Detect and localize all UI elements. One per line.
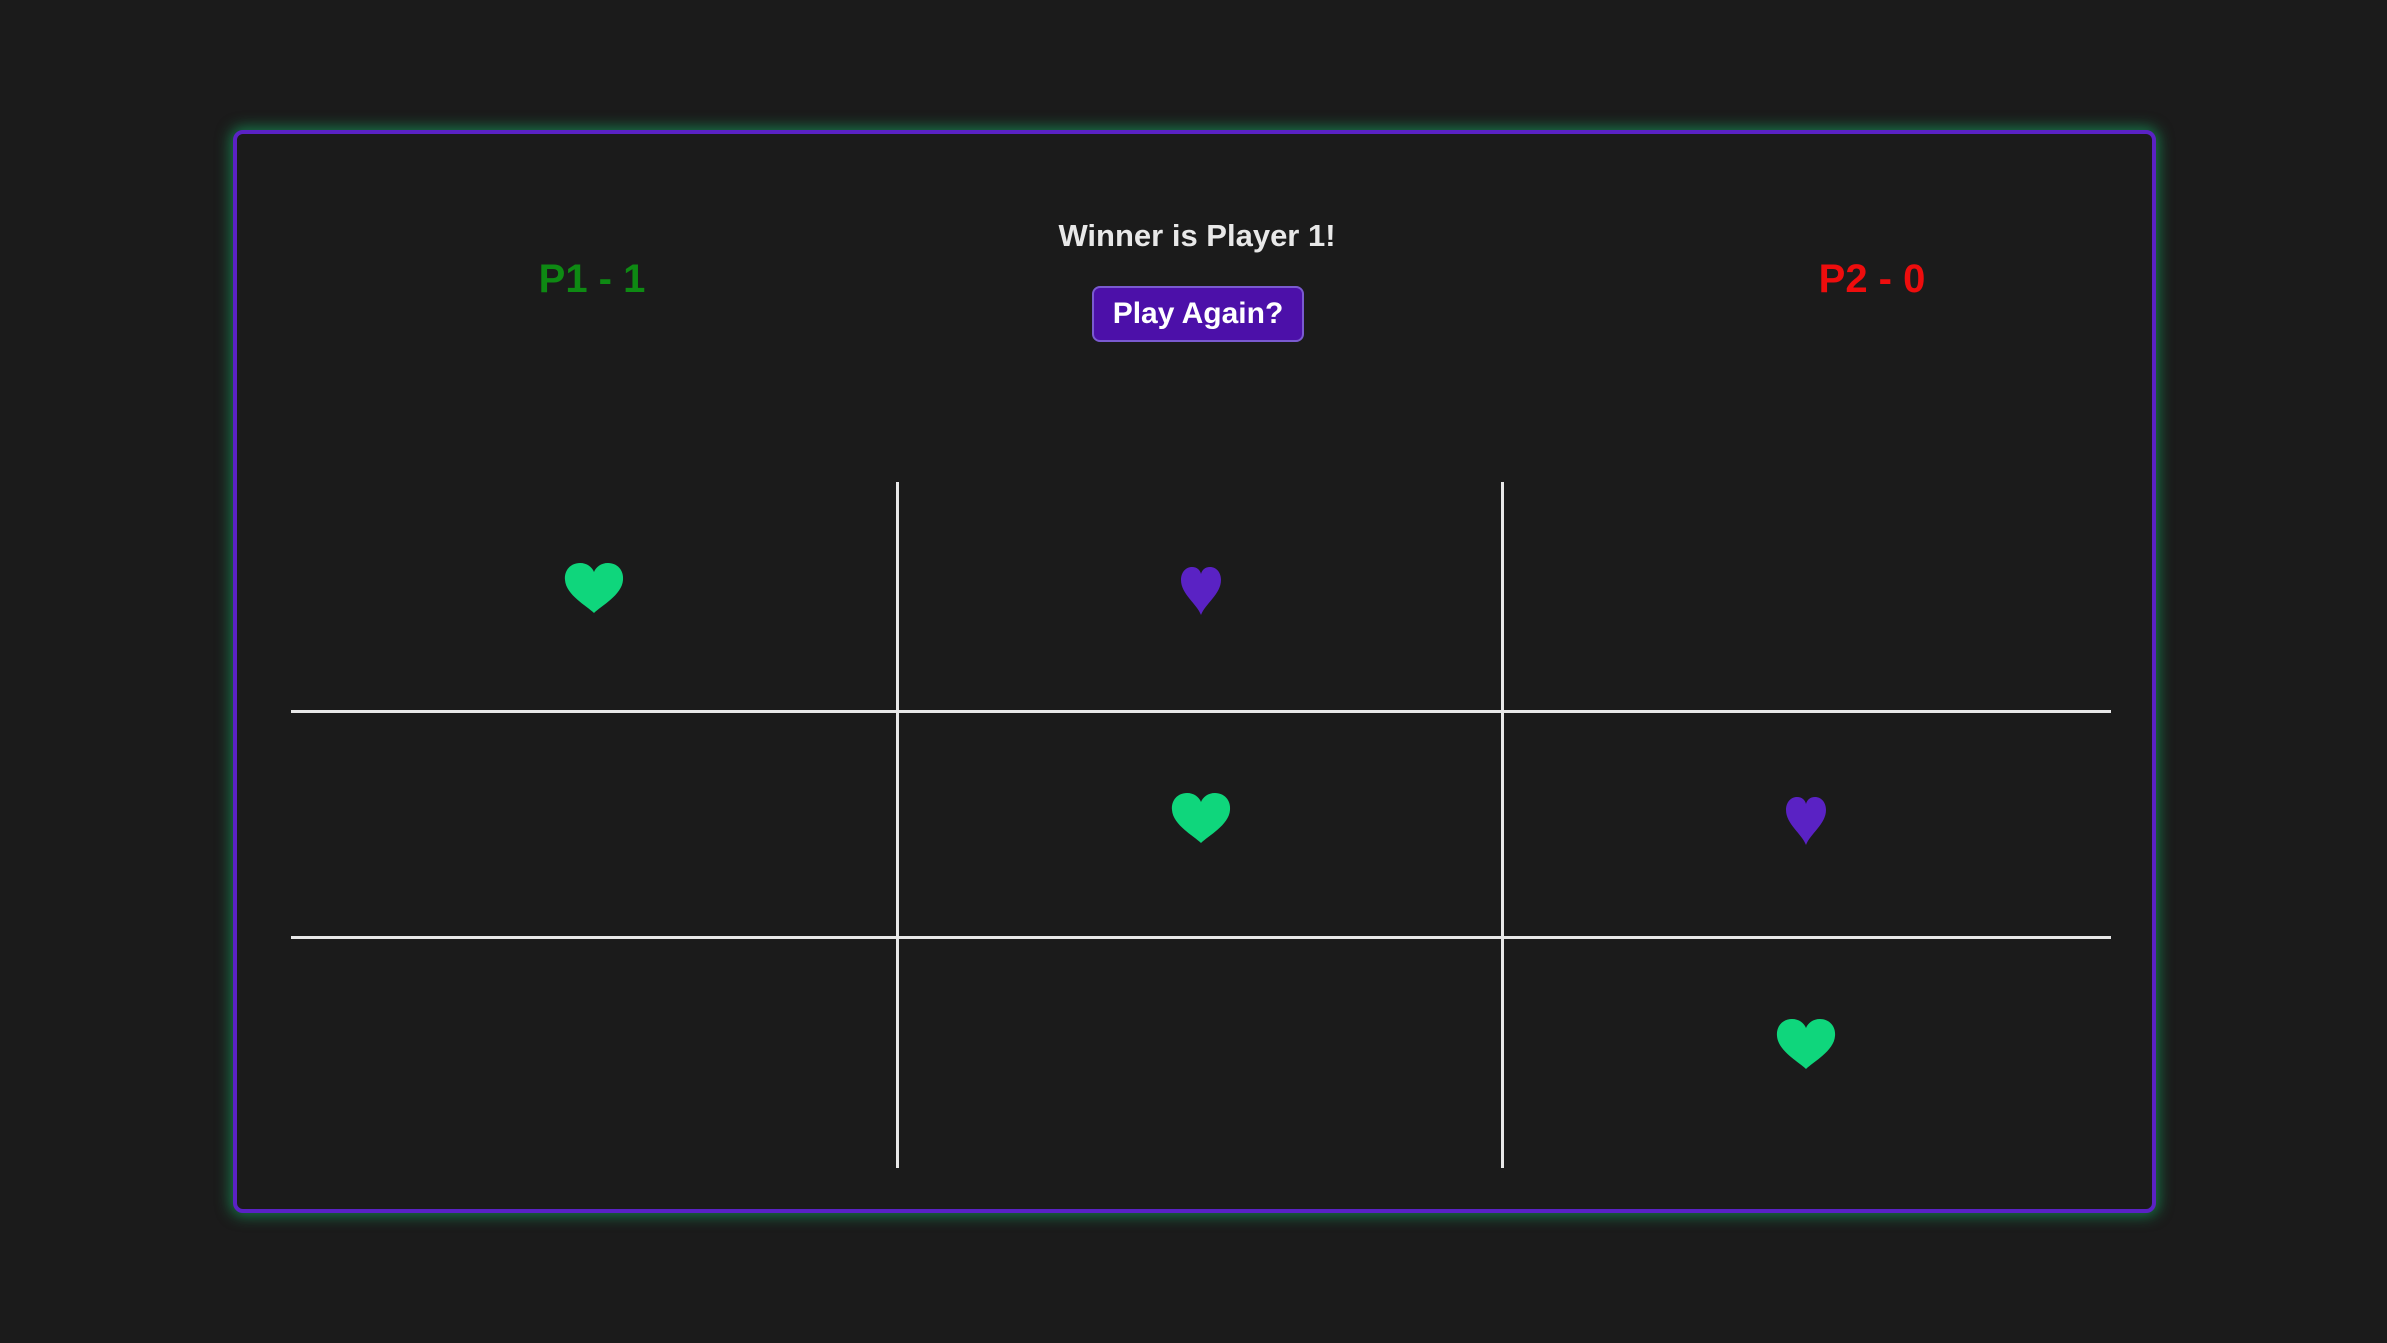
board-cell-9[interactable] <box>1503 938 2109 1166</box>
play-again-button[interactable]: Play Again? <box>1092 286 1304 342</box>
green-heart-icon <box>1170 792 1232 844</box>
green-heart-icon <box>1775 1018 1837 1070</box>
board-cell-6[interactable] <box>1503 712 2109 940</box>
purple-heart-suit-icon <box>1179 566 1223 616</box>
game-card: P1 - 1 P2 - 0 Winner is Player 1! Play A… <box>233 130 2156 1213</box>
board-cell-5[interactable] <box>898 712 1504 940</box>
board-cell-7[interactable] <box>291 938 897 1166</box>
board-cell-1[interactable] <box>291 482 897 710</box>
board-cell-8[interactable] <box>898 938 1504 1166</box>
board-cell-4[interactable] <box>291 712 897 940</box>
green-heart-icon <box>563 562 625 614</box>
game-board <box>291 482 2111 1168</box>
player1-score: P1 - 1 <box>538 257 646 301</box>
board-cell-3[interactable] <box>1503 482 2109 710</box>
board-cell-2[interactable] <box>898 482 1504 710</box>
purple-heart-suit-icon <box>1784 796 1828 846</box>
winner-message: Winner is Player 1! <box>1058 218 1336 253</box>
player2-score: P2 - 0 <box>1818 257 1926 301</box>
